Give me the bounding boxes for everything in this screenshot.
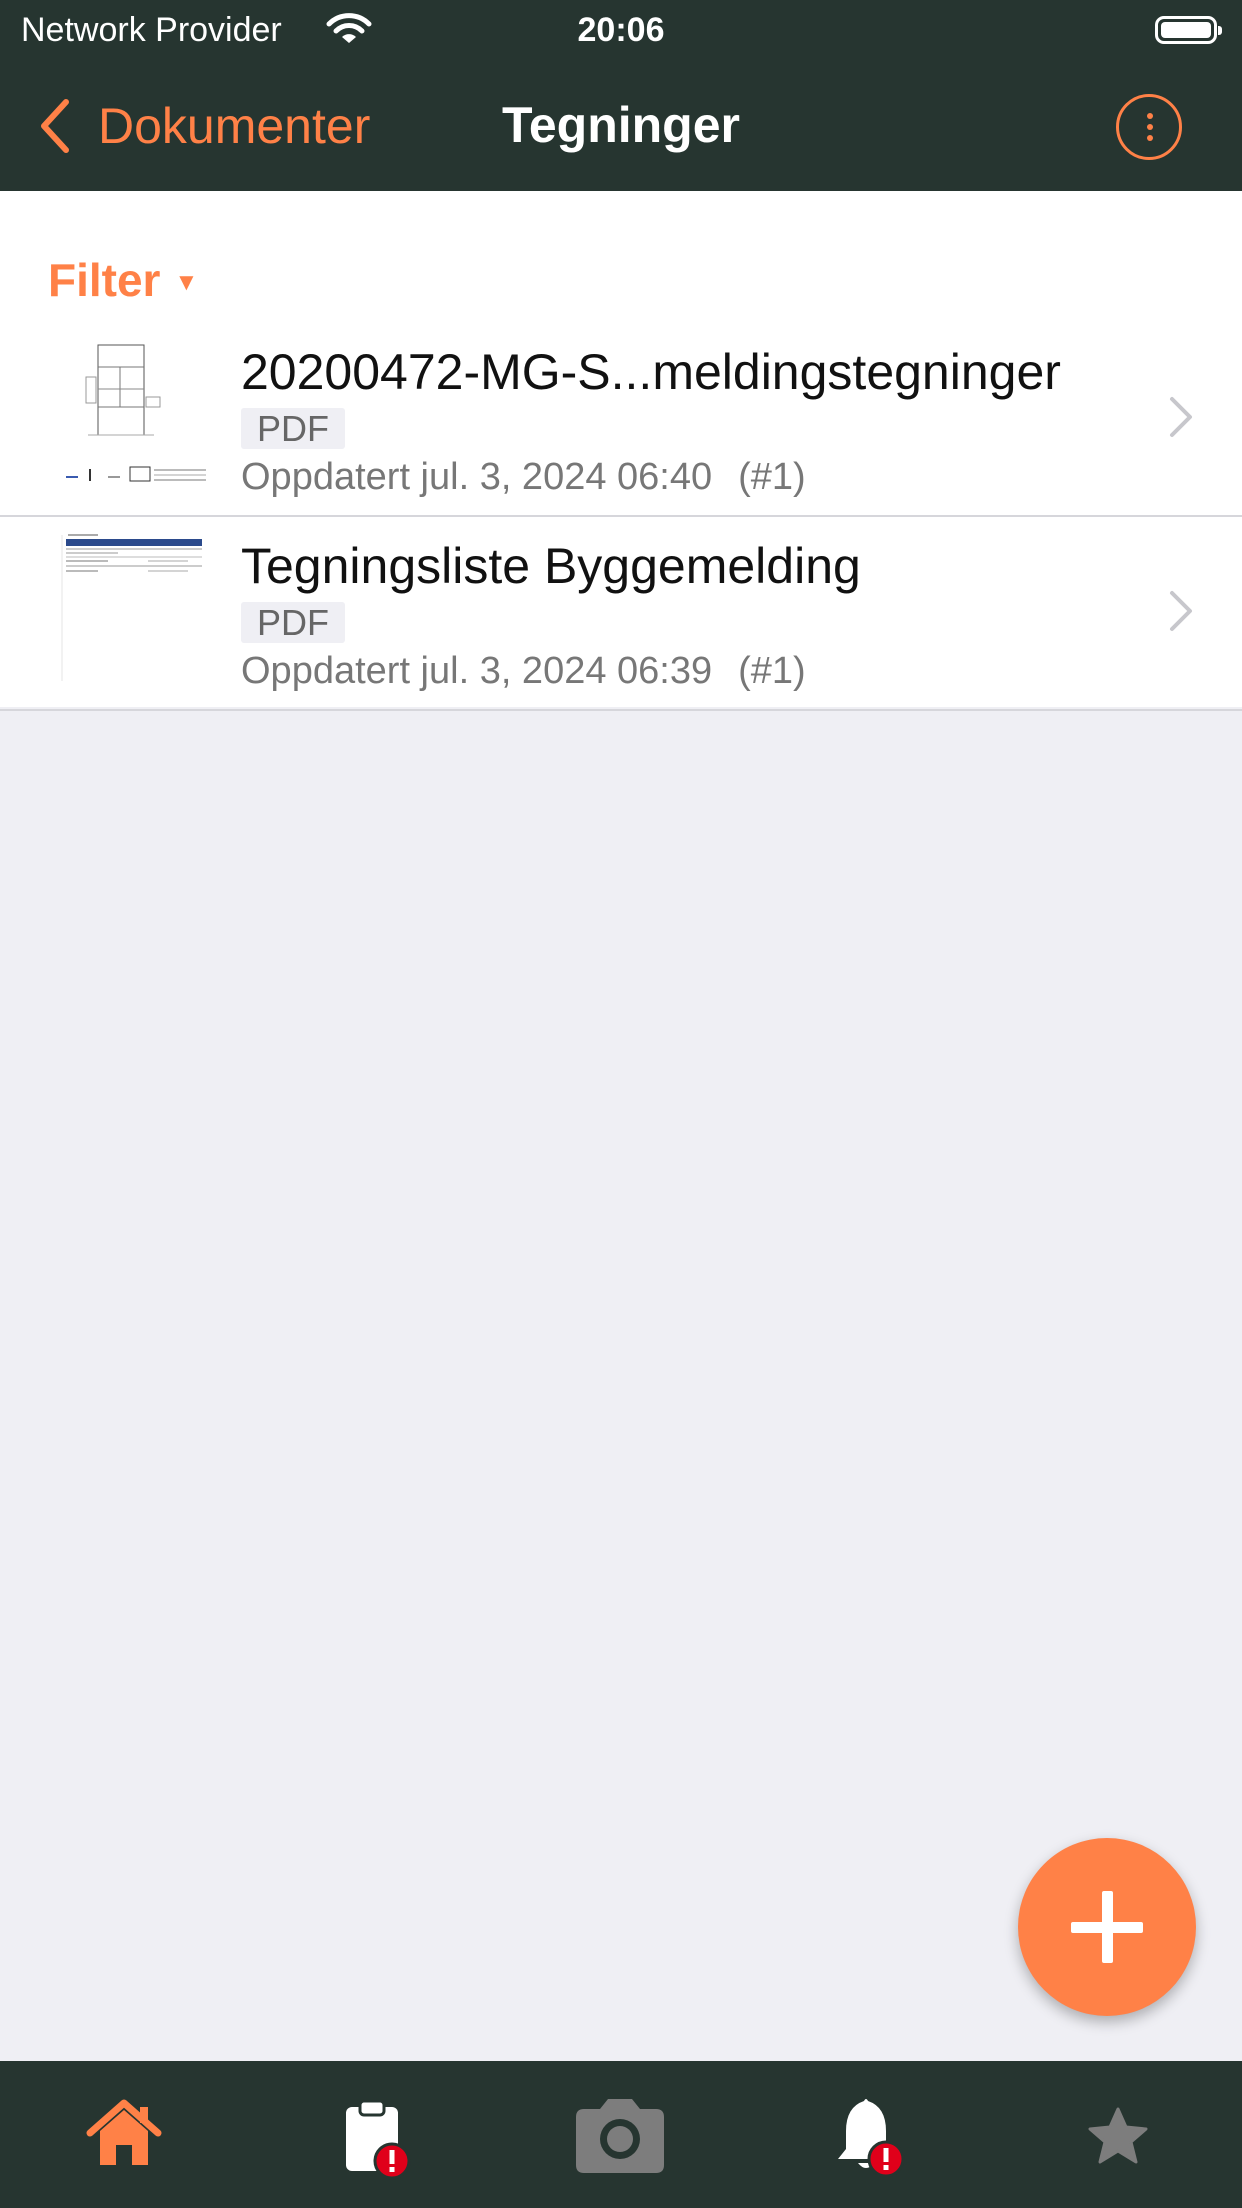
document-thumbnail xyxy=(58,531,210,683)
document-title: Tegningsliste Byggemelding xyxy=(241,538,861,594)
drawing-list-table-icon xyxy=(61,534,202,681)
list-item[interactable]: 20200472-MG-S...meldingstegninger PDF Op… xyxy=(0,323,1242,517)
clock: 20:06 xyxy=(577,11,665,49)
page-title: Tegninger xyxy=(502,97,740,153)
file-type-badge: PDF xyxy=(241,408,345,449)
navigation-bar: Dokumenter Tegninger xyxy=(0,62,1242,191)
revision-number: (#1) xyxy=(738,456,806,498)
updated-date: Oppdatert jul. 3, 2024 06:40 xyxy=(241,456,713,498)
tab-bar xyxy=(0,2061,1242,2208)
more-dot-icon xyxy=(1147,113,1153,119)
add-document-button[interactable] xyxy=(1018,1838,1196,2016)
document-thumbnail xyxy=(58,337,210,489)
tab-tasks[interactable] xyxy=(248,2061,496,2208)
filter-label: Filter xyxy=(48,254,161,306)
top-bar: Network Provider 20:06 Dokumenter Tegnin… xyxy=(0,0,1242,191)
tab-notifications[interactable] xyxy=(744,2061,992,2208)
document-meta: Oppdatert jul. 3, 2024 06:40 (#1) xyxy=(241,456,806,499)
floor-plan-drawing-icon xyxy=(66,344,206,482)
more-dot-icon xyxy=(1147,135,1153,141)
filter-button[interactable]: Filter ▼ xyxy=(48,253,198,307)
document-title: 20200472-MG-S...meldingstegninger xyxy=(241,344,1061,400)
file-type-badge: PDF xyxy=(241,602,345,643)
battery-icon xyxy=(1155,16,1222,44)
chevron-right-icon xyxy=(1170,591,1192,631)
document-meta: Oppdatert jul. 3, 2024 06:39 (#1) xyxy=(241,650,806,693)
plus-icon xyxy=(1102,1891,1113,1963)
list-item[interactable]: Tegningsliste Byggemelding PDF Oppdatert… xyxy=(0,517,1242,711)
updated-date: Oppdatert jul. 3, 2024 06:39 xyxy=(241,650,713,692)
tab-camera[interactable] xyxy=(496,2061,744,2208)
home-icon xyxy=(86,2099,162,2165)
star-icon xyxy=(1088,2107,1148,2164)
revision-number: (#1) xyxy=(738,650,806,692)
more-dot-icon xyxy=(1147,124,1153,130)
clipboard-alert-icon xyxy=(346,2099,411,2180)
camera-icon xyxy=(576,2099,664,2173)
caret-down-icon: ▼ xyxy=(174,269,199,296)
tab-home[interactable] xyxy=(0,2061,248,2208)
tab-favorites[interactable] xyxy=(992,2061,1240,2208)
chevron-right-icon xyxy=(1170,397,1192,437)
status-bar: Network Provider 20:06 xyxy=(0,0,1242,62)
more-options-button[interactable] xyxy=(1116,94,1182,160)
bell-alert-icon xyxy=(838,2099,905,2178)
